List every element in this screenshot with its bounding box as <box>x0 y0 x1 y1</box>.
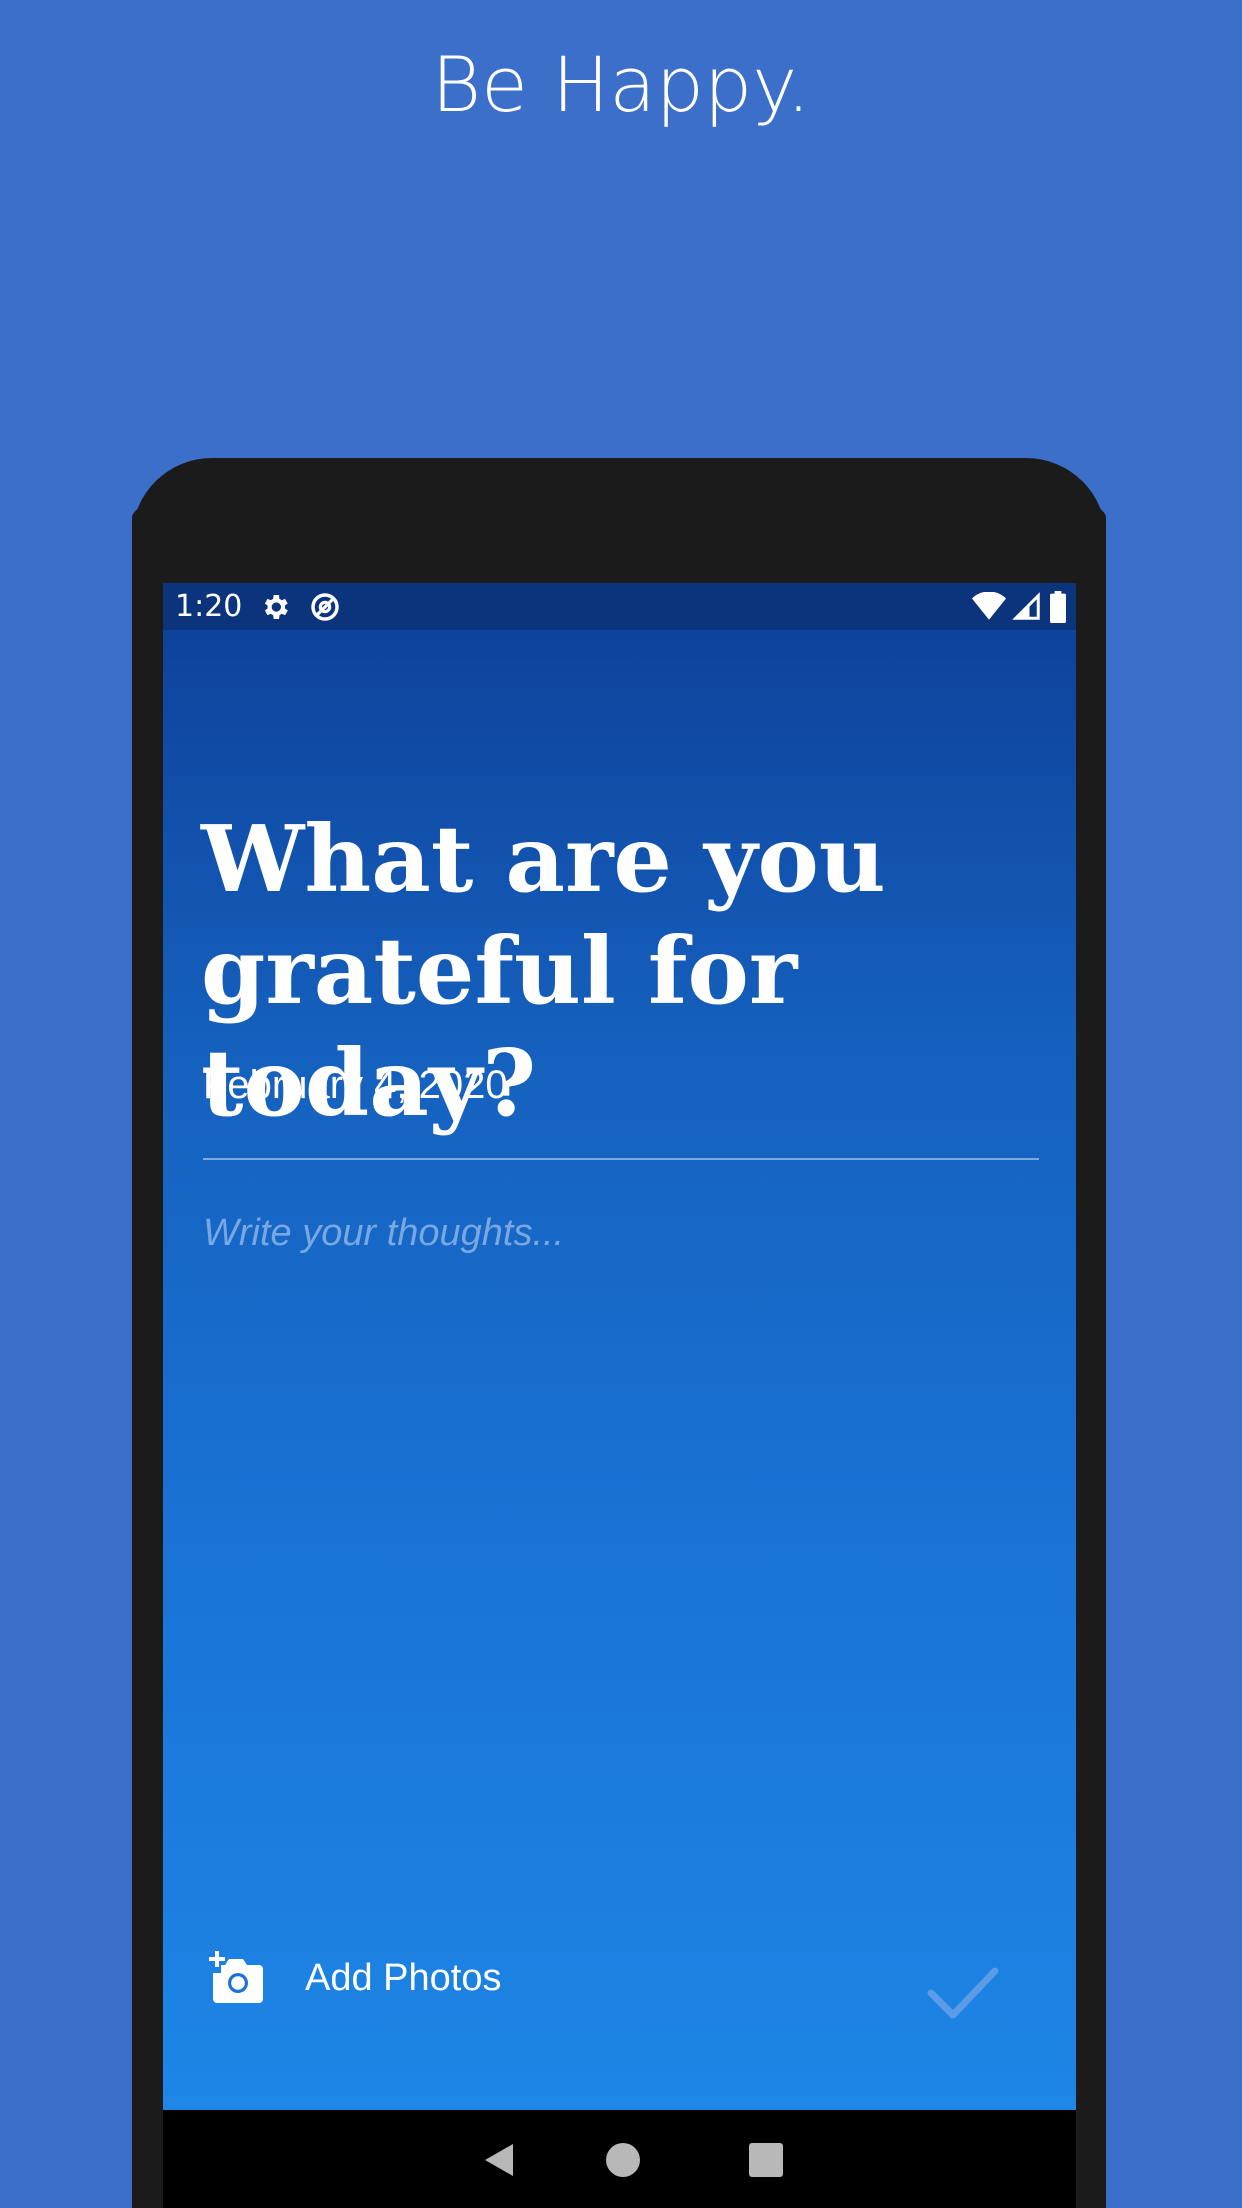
at-sign-icon <box>311 593 339 621</box>
prompt-heading-line-1: What are you <box>201 805 886 913</box>
battery-icon <box>1050 591 1066 623</box>
phone-frame-top <box>132 458 1106 598</box>
entry-date: February 4, 2020 <box>203 1063 508 1107</box>
divider <box>203 1158 1039 1160</box>
wifi-icon <box>972 592 1006 620</box>
status-bar: 1:20 <box>163 583 1076 630</box>
signal-icon <box>1012 592 1040 620</box>
phone-screen: 1:20 What are you grateful for today? Fe… <box>163 583 1076 2110</box>
add-photos-label: Add Photos <box>305 1956 502 1999</box>
thoughts-input[interactable] <box>203 1203 1033 1263</box>
tagline: Be Happy. <box>431 40 811 129</box>
check-icon[interactable] <box>923 1953 1003 2033</box>
recents-icon[interactable] <box>746 2140 786 2180</box>
status-icons-right <box>972 591 1068 623</box>
status-time: 1:20 <box>175 589 243 624</box>
home-icon[interactable] <box>603 2140 643 2180</box>
add-a-photo-icon <box>209 1951 263 2003</box>
navigation-bar <box>163 2110 1076 2208</box>
back-icon[interactable] <box>479 2140 519 2180</box>
gear-icon <box>264 595 288 619</box>
add-photos-button[interactable]: Add Photos <box>207 1943 501 2013</box>
app-store-screenshot: Be Happy. 1:20 What are you grateful for… <box>0 0 1242 2208</box>
